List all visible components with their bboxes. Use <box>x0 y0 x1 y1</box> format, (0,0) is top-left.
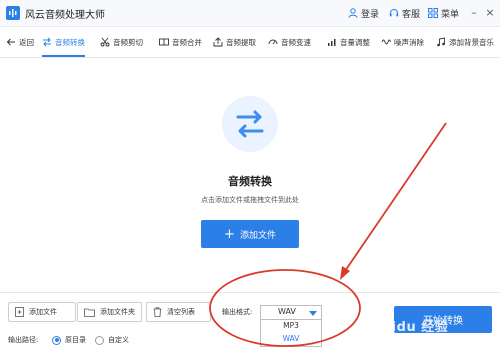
annotation-arrow-head <box>340 266 350 280</box>
service-button[interactable]: 客服 <box>389 5 420 21</box>
tab-volume-adjust[interactable]: 音量调整 <box>327 27 370 57</box>
tab-audio-speed[interactable]: 音频变速 <box>268 27 311 57</box>
tab-label: 音频提取 <box>226 37 256 47</box>
tab-audio-extract[interactable]: 音频提取 <box>213 27 256 57</box>
menu-button[interactable]: 菜单 <box>428 5 459 21</box>
tab-audio-convert[interactable]: 音频转换 <box>42 27 85 57</box>
tab-add-bgm[interactable]: 添加背景音乐 <box>436 27 494 57</box>
function-toolbar: 返回 音频转换 音频剪切 音频合并 音频提取 音频变速 音量调整 噪声消除 添加… <box>0 27 500 58</box>
format-option-wav[interactable]: WAV <box>261 333 321 345</box>
user-icon <box>348 8 358 18</box>
back-label: 返回 <box>19 37 34 47</box>
back-button[interactable]: 返回 <box>6 27 34 57</box>
output-format-label: 输出格式: <box>222 308 253 316</box>
folder-add-icon <box>84 308 95 317</box>
menu-label: 菜单 <box>441 9 460 20</box>
radio-selected-icon <box>52 335 61 345</box>
tab-audio-cut[interactable]: 音频剪切 <box>100 27 143 57</box>
trash-icon <box>153 307 162 317</box>
clear-list-label: 清空列表 <box>167 308 195 316</box>
dropdown-arrow-icon[interactable] <box>309 311 317 316</box>
format-option-mp3[interactable]: MP3 <box>261 320 321 332</box>
merge-icon <box>159 38 169 46</box>
title-bar: 风云音频处理大师 登录 客服 菜单 – × <box>0 0 500 27</box>
login-button[interactable]: 登录 <box>348 5 379 21</box>
minimize-icon[interactable]: – <box>468 6 480 19</box>
tab-label: 噪声消除 <box>394 37 424 47</box>
radio-label: 原目录 <box>65 336 86 344</box>
add-file-button[interactable]: + 添加文件 <box>201 220 299 248</box>
tab-label: 音频剪切 <box>113 37 143 47</box>
output-path-label: 输出路径: <box>8 336 39 344</box>
page-title: 音频转换 <box>228 175 272 188</box>
baidu-jingyan-watermark: Baidu 经验 <box>372 320 449 335</box>
convert-hero-icon <box>222 96 278 152</box>
tab-label: 音频合并 <box>172 37 202 47</box>
tab-label: 音频转换 <box>55 37 85 47</box>
grid-menu-icon <box>428 8 438 18</box>
selected-format: WAV <box>278 307 296 316</box>
output-radio-original[interactable]: 原目录 <box>52 335 86 345</box>
back-arrow-icon <box>6 38 15 46</box>
extract-icon <box>213 37 223 47</box>
file-add-icon <box>15 307 24 317</box>
radio-label: 自定义 <box>108 336 129 344</box>
tab-noise-removal[interactable]: 噪声消除 <box>381 27 424 57</box>
add-folder-label: 添加文件夹 <box>100 308 135 316</box>
close-icon[interactable]: × <box>484 6 496 19</box>
add-file-label: 添加文件 <box>29 308 57 316</box>
radio-unselected-icon <box>95 335 104 345</box>
bottom-add-folder-button[interactable]: 添加文件夹 <box>77 302 142 322</box>
app-title: 风云音频处理大师 <box>25 10 105 21</box>
add-file-label: 添加文件 <box>239 230 276 241</box>
headset-icon <box>389 9 399 17</box>
volume-bars-icon <box>328 39 336 46</box>
tab-label: 音量调整 <box>340 37 370 47</box>
app-logo-icon <box>6 6 20 20</box>
music-note-icon <box>437 37 445 47</box>
noise-icon <box>381 39 391 45</box>
plus-icon: + <box>224 226 235 242</box>
service-label: 客服 <box>402 9 421 20</box>
tab-label: 音频变速 <box>281 37 311 47</box>
bottom-add-file-button[interactable]: 添加文件 <box>8 302 76 322</box>
output-radio-custom[interactable]: 自定义 <box>95 335 129 345</box>
tab-label: 添加背景音乐 <box>449 37 494 47</box>
speed-icon <box>268 39 278 45</box>
scissors-icon <box>100 37 110 47</box>
clear-list-button[interactable]: 清空列表 <box>146 302 211 322</box>
drop-hint-text[interactable]: 点击添加文件或拖拽文件到此处 <box>0 195 500 205</box>
convert-icon <box>43 37 51 47</box>
convert-arrows-icon <box>236 110 264 138</box>
tab-audio-merge[interactable]: 音频合并 <box>159 27 202 57</box>
format-dropdown-list: MP3 WAV <box>260 319 322 347</box>
login-label: 登录 <box>361 9 380 20</box>
